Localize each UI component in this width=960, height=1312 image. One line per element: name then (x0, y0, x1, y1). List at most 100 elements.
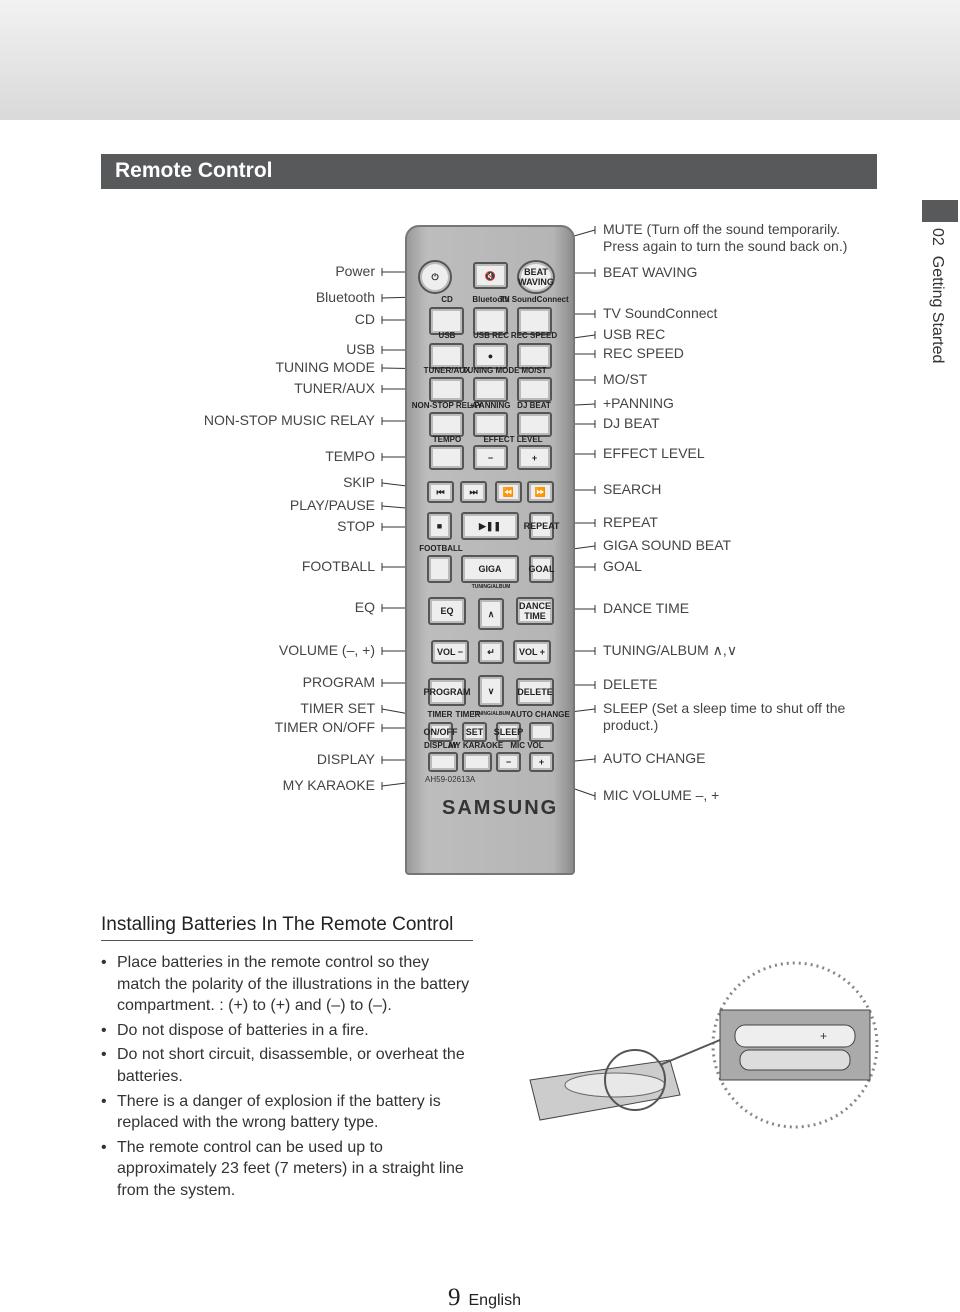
callout-right: MUTE (Turn off the sound temporarily. Pr… (603, 221, 848, 254)
eq-button: EQ (428, 597, 466, 625)
caption-usb: USB (438, 331, 456, 340)
model-number: AH59-02613A (425, 775, 476, 784)
callout-right: MO/ST (603, 371, 648, 387)
caption-auto-change: AUTO CHANGE (510, 710, 570, 719)
callout-left: MY KARAOKE (282, 777, 375, 793)
callout-right: SLEEP (Set a sleep time to shut off the … (603, 700, 846, 733)
effect-plus-button: + (517, 445, 552, 470)
callout-left: DISPLAY (316, 751, 375, 767)
tempo-button (429, 445, 464, 470)
non-stop-relay-button (429, 412, 464, 437)
callout-right: GIGA SOUND BEAT (603, 537, 732, 553)
callout-left: FOOTBALL (301, 558, 375, 574)
caption-football: FOOTBALL (419, 544, 463, 553)
callout-right: REC SPEED (603, 345, 684, 361)
stop-button: ■ (427, 512, 452, 540)
bullet: Place batteries in the remote control so… (101, 952, 471, 1017)
caption-karaoke: MY KARAOKE (448, 741, 504, 750)
power-button: ⏻ (418, 260, 452, 294)
beat-waving-button: BEAT WAVING (517, 260, 555, 294)
program-button: PROGRAM (424, 678, 471, 706)
goal-button: GOAL (529, 555, 555, 583)
callout-left: USB (346, 341, 375, 357)
caption-usb-rec: USB REC (472, 331, 510, 340)
caption-tuning-album: TUNING/ALBUM (471, 584, 511, 590)
page-footer: 9 English (448, 1284, 521, 1312)
callout-left: NON-STOP MUSIC RELAY (203, 412, 375, 428)
bullet: The remote control can be used up to app… (101, 1137, 471, 1202)
callout-left: PROGRAM (302, 674, 375, 690)
dance-time-button: DANCE TIME (516, 597, 554, 625)
callout-left: VOLUME (–, +) (278, 642, 375, 658)
caption-tv: TV SoundConnect (499, 295, 569, 304)
callout-right: SEARCH (603, 481, 662, 497)
tuner-aux-button (429, 377, 464, 402)
callout-right: USB REC (603, 326, 666, 342)
caption-djbeat: DJ BEAT (517, 401, 551, 410)
sleep-button: SLEEP (494, 722, 523, 742)
batteries-heading: Installing Batteries In The Remote Contr… (101, 914, 473, 941)
caption-cd: CD (441, 295, 453, 304)
remote-control-illustration: AH59-02613A SAMSUNG ⏻ 🔇 BEAT WAVING ● − + ⏮ ⏭ ⏪ ⏩… (405, 225, 575, 875)
caption-panning: +PANNING (469, 401, 511, 410)
skip-back-button: ⏮ (427, 481, 454, 503)
callout-right: +PANNING (603, 395, 674, 411)
bullet: Do not short circuit, disassemble, or ov… (101, 1044, 471, 1087)
callout-left: TEMPO (325, 448, 375, 464)
tuning-mode-button (473, 377, 508, 402)
caption-timer1: TIMER (427, 710, 453, 719)
callout-right: GOAL (603, 558, 642, 574)
callout-left: TIMER SET (300, 700, 375, 716)
callout-left: Bluetooth (315, 289, 375, 305)
callout-right: EFFECT LEVEL (603, 445, 705, 461)
callout-right: BEAT WAVING (603, 264, 698, 280)
callout-left: CD (354, 311, 375, 327)
delete-button: DELETE (516, 678, 554, 706)
repeat-button: REPEAT (524, 512, 559, 540)
tuning-up-button: ∧ (478, 598, 504, 630)
vol-minus-button: VOL − (431, 640, 469, 664)
callout-left: TIMER ON/OFF (274, 719, 375, 735)
caption-tempo: TEMPO (432, 435, 462, 444)
callout-right: MIC VOLUME –, + (603, 787, 720, 803)
caption-tuning-album2: TUNING/ALBUM (471, 711, 511, 717)
battery-installation-illustration: + (529, 961, 879, 1129)
caption-rec-speed: REC SPEED (510, 331, 558, 340)
callout-right: TUNING/ALBUM ∧,∨ (603, 642, 738, 658)
bullet: There is a danger of explosion if the ba… (101, 1091, 471, 1134)
timer-on-off-button: ON/OFF (424, 722, 458, 742)
auto-change-button (529, 722, 554, 742)
timer-set-button: SET (462, 722, 487, 742)
vol-plus-button: VOL + (513, 640, 551, 664)
callout-right: DELETE (603, 676, 658, 692)
callout-left: TUNING MODE (275, 359, 375, 375)
skip-forward-button: ⏭ (460, 481, 487, 503)
tuning-down-button: ∨ (478, 675, 504, 707)
play-pause-button: ▶❚❚ (461, 512, 519, 540)
callout-right: TV SoundConnect (603, 305, 718, 321)
effect-minus-button: − (473, 445, 508, 470)
svg-text:+: + (820, 1029, 827, 1043)
panning-button (473, 412, 508, 437)
batteries-list: Place batteries in the remote control so… (101, 952, 471, 1205)
callout-right: DANCE TIME (603, 600, 690, 616)
football-button (427, 555, 452, 583)
caption-effect: EFFECT LEVEL (483, 435, 543, 444)
callout-right: REPEAT (603, 514, 658, 530)
callout-left: PLAY/PAUSE (289, 497, 375, 513)
mic-minus-button: − (496, 752, 521, 772)
enter-button: ↵ (478, 640, 504, 664)
dj-beat-button (517, 412, 552, 437)
caption-micvol: MIC VOL (510, 741, 544, 750)
callout-left: STOP (337, 518, 375, 534)
callout-right: AUTO CHANGE (603, 750, 706, 766)
mo-st-button (517, 377, 552, 402)
mic-plus-button: + (529, 752, 554, 772)
language: English (468, 1292, 521, 1309)
mute-button: 🔇 (473, 262, 508, 289)
callout-left: SKIP (343, 474, 375, 490)
fast-forward-button: ⏩ (527, 481, 554, 503)
caption-tuning: TUNING MODE (462, 366, 520, 375)
samsung-logo: SAMSUNG (442, 797, 559, 819)
giga-sound-beat-button: GIGA (461, 555, 519, 583)
